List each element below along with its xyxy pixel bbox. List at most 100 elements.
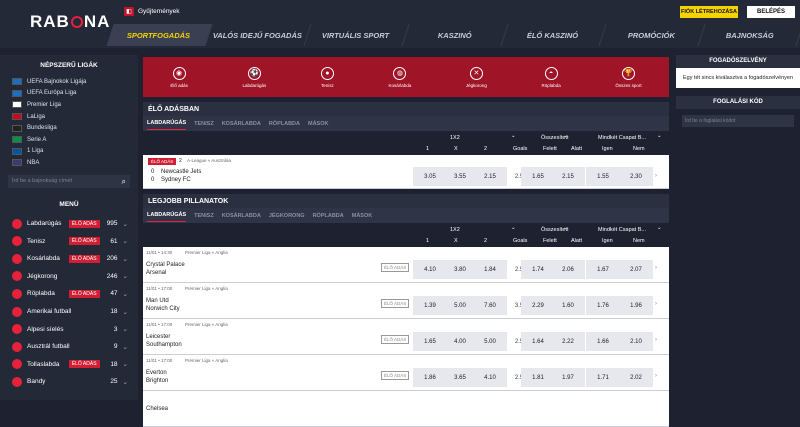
chevron-down-icon[interactable]: ⌄ <box>123 343 128 351</box>
odds-button[interactable]: 1.65 <box>413 332 447 351</box>
odds-button[interactable]: 3.55 <box>443 167 477 186</box>
odds-button[interactable]: 3.80 <box>443 260 477 279</box>
sport-menu-item[interactable]: Ausztrál futball 9 ⌄ <box>0 338 138 356</box>
more-markets-icon[interactable]: › <box>655 301 657 307</box>
collections-link[interactable]: ◧ Gyűjtemények <box>124 6 180 17</box>
sport-menu-item[interactable]: Alpesi síelés 3 ⌄ <box>0 320 138 338</box>
chevron-down-icon[interactable]: ⌄ <box>123 308 128 316</box>
sport-shortcut[interactable]: ● Tenisz <box>320 66 334 88</box>
login-button[interactable]: BELÉPÉS <box>747 6 795 18</box>
odds-button[interactable]: 3.65 <box>443 368 477 387</box>
chevron-down-icon[interactable]: ⌄ <box>563 225 568 231</box>
league-item[interactable]: Bundesliga <box>0 122 138 134</box>
odds-button[interactable]: 1.64 <box>521 332 555 351</box>
sport-shortcut[interactable]: ◍ Kosárlabda <box>388 66 411 88</box>
odds-button[interactable]: 1.39 <box>413 296 447 315</box>
league-item[interactable]: NBA <box>0 157 138 169</box>
nav-item[interactable]: KASZINÓ <box>402 24 508 46</box>
tab[interactable]: RÖPLABDA <box>313 213 344 219</box>
chevron-down-icon[interactable]: ⌄ <box>123 325 128 333</box>
tab[interactable]: MÁSOK <box>352 213 372 219</box>
match-row[interactable]: ÉLŐ ADÁS 2 A-League » Ausztrália 0 0 Newcastl… <box>143 155 669 189</box>
sport-menu-item[interactable]: Tenisz ÉLŐ ADÁS 61 ⌄ <box>0 232 138 250</box>
odds-button[interactable]: 5.00 <box>473 332 507 351</box>
odds-button[interactable]: 1.96 <box>619 296 653 315</box>
league-item[interactable]: LaLiga <box>0 111 138 123</box>
nav-item[interactable]: ÉLŐ KASZINÓ <box>500 24 607 46</box>
odds-button[interactable]: 2.30 <box>619 167 653 186</box>
odds-button[interactable]: 1.55 <box>586 167 620 186</box>
odds-button[interactable]: 1.60 <box>551 296 585 315</box>
register-button[interactable]: FIÓK LÉTREHOZÁSA <box>680 6 738 18</box>
odds-button[interactable]: 1.81 <box>521 368 555 387</box>
odds-button[interactable]: 3.05 <box>413 167 447 186</box>
league-item[interactable]: UEFA Bajnokok Ligája <box>0 76 138 88</box>
nav-item[interactable]: PROMÓCIÓK <box>599 24 706 46</box>
live-stream-tag[interactable]: ÉLŐ ADÁS <box>381 299 410 308</box>
sport-shortcut[interactable]: ◉ Élő adás <box>170 66 188 88</box>
sport-menu-item[interactable]: Röplabda ÉLŐ ADÁS 47 ⌄ <box>0 285 138 303</box>
tab[interactable]: RÖPLABDA <box>269 121 300 127</box>
sport-shortcut[interactable]: ◓ Röplabda <box>542 66 561 88</box>
odds-button[interactable]: 2.07 <box>619 260 653 279</box>
sport-menu-item[interactable]: Tollaslabda ÉLŐ ADÁS 18 ⌄ <box>0 356 138 374</box>
odds-button[interactable]: 2.06 <box>551 260 585 279</box>
live-stream-tag[interactable]: ÉLŐ ADÁS <box>381 263 410 272</box>
sport-menu-item[interactable]: Kosárlabda ÉLŐ ADÁS 206 ⌄ <box>0 250 138 268</box>
nav-item[interactable]: VALÓS IDEJŰ FOGADÁS <box>205 24 311 46</box>
more-markets-icon[interactable]: › <box>655 265 657 271</box>
odds-button[interactable]: 2.02 <box>619 368 653 387</box>
tab[interactable]: JÉGKORONG <box>269 213 305 219</box>
chevron-down-icon[interactable]: ⌄ <box>123 378 128 386</box>
tab[interactable]: KOSÁRLABDA <box>222 213 261 219</box>
league-item[interactable]: Premier Liga <box>0 99 138 111</box>
odds-button[interactable]: 1.76 <box>586 296 620 315</box>
sport-menu-item[interactable]: Jégkorong 246 ⌄ <box>0 268 138 286</box>
odds-button[interactable]: 1.74 <box>521 260 555 279</box>
odds-button[interactable]: 4.10 <box>473 368 507 387</box>
chevron-down-icon[interactable]: ⌄ <box>657 133 662 139</box>
sport-menu-item[interactable]: Amerikai futball 18 ⌄ <box>0 303 138 321</box>
tab[interactable]: LABDARÚGÁS <box>147 212 187 222</box>
more-markets-icon[interactable]: › <box>655 337 657 343</box>
odds-button[interactable]: 1.71 <box>586 368 620 387</box>
odds-button[interactable]: 2.15 <box>473 167 507 186</box>
match-row[interactable]: 11/01 • 17:00 Premier Liga » Anglia Man Ut… <box>143 283 669 319</box>
chevron-down-icon[interactable]: ⌄ <box>123 220 128 228</box>
live-stream-tag[interactable]: ÉLŐ ADÁS <box>381 371 410 380</box>
match-row[interactable]: 11/01 • 17:00 Premier Liga » Anglia Leices… <box>143 319 669 355</box>
tab[interactable]: TENISZ <box>194 213 214 219</box>
odds-button[interactable]: 7.60 <box>473 296 507 315</box>
odds-button[interactable]: 4.10 <box>413 260 447 279</box>
more-markets-icon[interactable]: › <box>655 173 657 179</box>
tab[interactable]: MÁSOK <box>308 121 328 127</box>
chevron-down-icon[interactable]: ⌄ <box>123 290 128 298</box>
tab[interactable]: TENISZ <box>194 121 214 127</box>
match-row[interactable]: 11/01 • 14:30 Premier Liga » Anglia Crysta… <box>143 247 669 283</box>
sport-shortcut[interactable]: ⚽ Labdarúgás <box>242 66 266 88</box>
chevron-down-icon[interactable]: ⌄ <box>511 133 516 139</box>
odds-button[interactable]: 1.86 <box>413 368 447 387</box>
nav-item[interactable]: BAJNOKSÁG <box>697 24 800 46</box>
odds-button[interactable]: 1.84 <box>473 260 507 279</box>
match-row[interactable]: 11/01 • 17:00 Premier Liga » Anglia Everto… <box>143 355 669 391</box>
odds-button[interactable]: 2.15 <box>551 167 585 186</box>
sport-shortcut[interactable]: 🏆 Összes sport <box>615 66 642 88</box>
league-search-input[interactable]: Írd be a bajnokság címét ⌕ <box>8 174 130 188</box>
odds-button[interactable]: 4.00 <box>443 332 477 351</box>
odds-button[interactable]: 1.65 <box>521 167 555 186</box>
odds-button[interactable]: 1.67 <box>586 260 620 279</box>
search-icon[interactable]: ⌕ <box>122 177 126 187</box>
nav-item[interactable]: SPORTFOGADÁS <box>106 24 213 46</box>
chevron-down-icon[interactable]: ⌄ <box>123 255 128 263</box>
league-item[interactable]: 1 Liga <box>0 146 138 158</box>
sport-shortcut[interactable]: ✕ Jégkorong <box>466 66 487 88</box>
chevron-down-icon[interactable]: ⌄ <box>511 225 516 231</box>
chevron-down-icon[interactable]: ⌄ <box>563 133 568 139</box>
odds-button[interactable]: 2.29 <box>521 296 555 315</box>
odds-button[interactable]: 5.00 <box>443 296 477 315</box>
live-stream-tag[interactable]: ÉLŐ ADÁS <box>381 335 410 344</box>
odds-button[interactable]: 2.10 <box>619 332 653 351</box>
chevron-down-icon[interactable]: ⌄ <box>123 272 128 280</box>
chevron-down-icon[interactable]: ⌄ <box>123 237 128 245</box>
